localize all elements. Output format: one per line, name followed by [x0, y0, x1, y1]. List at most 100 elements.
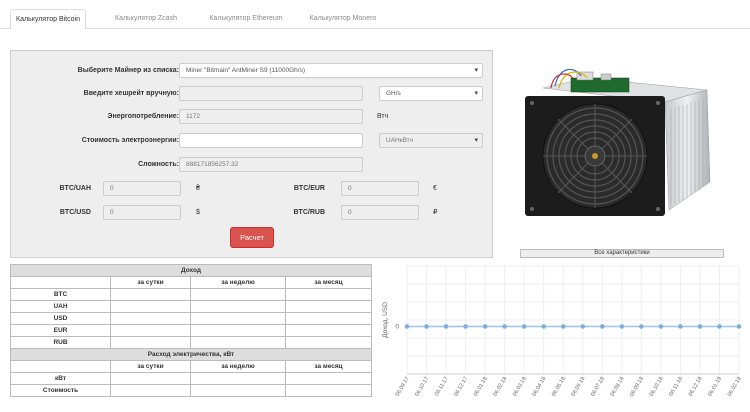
hashrate-label: Введите хешрейт вручную: [83, 90, 179, 97]
data-point [580, 324, 586, 329]
table-cell [284, 300, 373, 313]
table-cell [110, 384, 191, 397]
difficulty-label: Сложность: [138, 161, 179, 168]
income-chart: Доход, USD 0 06.09.17 06.10.17 06.11.17 06.12… [373, 262, 750, 412]
data-point [463, 324, 468, 329]
table-cell [190, 372, 286, 385]
table-cell [10, 360, 111, 373]
btc-eur-label: BTC/EUR [293, 185, 325, 192]
row-label: BTC [10, 288, 111, 301]
table-row: UAH [10, 300, 373, 313]
table-cell [110, 312, 191, 325]
data-point [717, 324, 722, 329]
table-cell [190, 324, 286, 337]
eur-symbol: € [433, 185, 437, 192]
row-label: EUR [10, 324, 111, 337]
table-cell [190, 288, 286, 301]
table-row: EUR [10, 324, 373, 337]
table-cell [110, 324, 191, 337]
data-point [619, 324, 625, 329]
difficulty-input[interactable]: 888171856257.32 [179, 157, 363, 172]
table-cell [190, 312, 286, 325]
x-tick-label: 06.11.18 [668, 376, 684, 397]
btc-uah-label: BTC/UAH [59, 185, 92, 192]
table-cell [284, 372, 373, 385]
table-row: USD [10, 312, 373, 325]
data-point [736, 324, 742, 329]
x-tick-label: 06.06.18 [571, 376, 587, 398]
x-tick-label: 06.12.18 [688, 376, 704, 398]
table-row: RUB [10, 336, 373, 349]
cost-unit-select[interactable]: UAHкВтч [379, 133, 483, 148]
data-point [697, 324, 703, 329]
table-cell [284, 384, 373, 397]
data-point [560, 324, 566, 329]
uah-symbol: ₴ [196, 185, 200, 192]
table-cell [110, 288, 191, 301]
cost-input[interactable] [179, 133, 363, 148]
row-label: RUB [10, 336, 111, 349]
data-point [658, 324, 664, 329]
data-point [678, 324, 683, 329]
column-header: за сутки [110, 276, 191, 289]
row-label: USD [10, 312, 111, 325]
power-input[interactable]: 1172 [179, 109, 363, 124]
row-label: UAH [10, 300, 111, 313]
calculate-button[interactable]: Расчет [230, 227, 274, 248]
table-row: BTC [10, 288, 373, 301]
x-tick-label: 06.11.17 [434, 376, 450, 397]
miner-select[interactable]: Miner "Bitmain" AntMiner S9 (11000Gh/s) [179, 63, 483, 78]
column-header: за месяц [284, 276, 373, 289]
data-point [424, 324, 429, 329]
x-tick-label: 06.07.18 [590, 376, 606, 398]
cost-label: Стоимость электроэнергии: [81, 137, 179, 144]
tab-zcash[interactable]: Калькулятор Zcash [100, 9, 192, 29]
income-chart-svg: Доход, USD 006.09.17 06.10.17 06.11.17 06.12… [382, 265, 743, 398]
rub-symbol: ₽ [433, 209, 438, 216]
x-tick-label: 06.09.17 [395, 376, 411, 398]
table-cell [190, 336, 286, 349]
x-tick-label: 06.01.18 [473, 376, 489, 398]
column-header: за неделю [190, 360, 286, 373]
data-point [521, 324, 527, 329]
tab-monero[interactable]: Калькулятор Monero [297, 9, 389, 29]
x-tick-label: 06.12.17 [453, 376, 469, 398]
y-axis-label: Доход, USD [382, 302, 389, 338]
tab-bitcoin[interactable]: Калькулятор Bitcoin [10, 9, 86, 30]
hashrate-unit-select[interactable]: GH/s [379, 86, 483, 101]
usd-symbol: $ [196, 209, 200, 216]
data-point [599, 324, 605, 329]
btc-uah-input[interactable]: 0 [103, 181, 181, 196]
btc-eur-input[interactable]: 0 [341, 181, 419, 196]
table-cell [190, 384, 286, 397]
table-cell [284, 324, 373, 337]
data-point [639, 324, 644, 329]
btc-rub-input[interactable]: 0 [341, 205, 419, 220]
all-specs-button[interactable]: Все характеристики [520, 249, 724, 258]
data-point [502, 324, 507, 329]
table-cell [110, 300, 191, 313]
column-header: за сутки [110, 360, 191, 373]
x-tick-label: 06.10.18 [649, 376, 665, 398]
income-table-title: Доход [9, 264, 373, 277]
miner-label: Выберите Майнер из списка: [77, 67, 179, 74]
table-cell [110, 372, 191, 385]
hashrate-input[interactable] [179, 86, 363, 101]
x-tick-label: 06.02.18 [492, 376, 508, 398]
table-cell [284, 312, 373, 325]
x-tick-label: 06.08.18 [610, 376, 626, 398]
table-row: кВт [10, 372, 373, 385]
table-cell [110, 336, 191, 349]
btc-rub-label: BTC/RUB [293, 209, 326, 216]
x-tick-label: 06.01.19 [707, 376, 723, 398]
btc-usd-input[interactable]: 0 [103, 205, 181, 220]
x-tick-label: 06.03.18 [512, 376, 528, 398]
table-row: Стоимость [10, 384, 373, 397]
column-header: за месяц [284, 360, 373, 373]
btc-usd-label: BTC/USD [59, 209, 91, 216]
table-cell [10, 276, 111, 289]
x-tick-label: 06.02.19 [727, 376, 743, 398]
tab-ethereum[interactable]: Калькулятор Ethereum [200, 9, 292, 29]
data-point [443, 324, 449, 329]
row-label: кВт [10, 372, 111, 385]
